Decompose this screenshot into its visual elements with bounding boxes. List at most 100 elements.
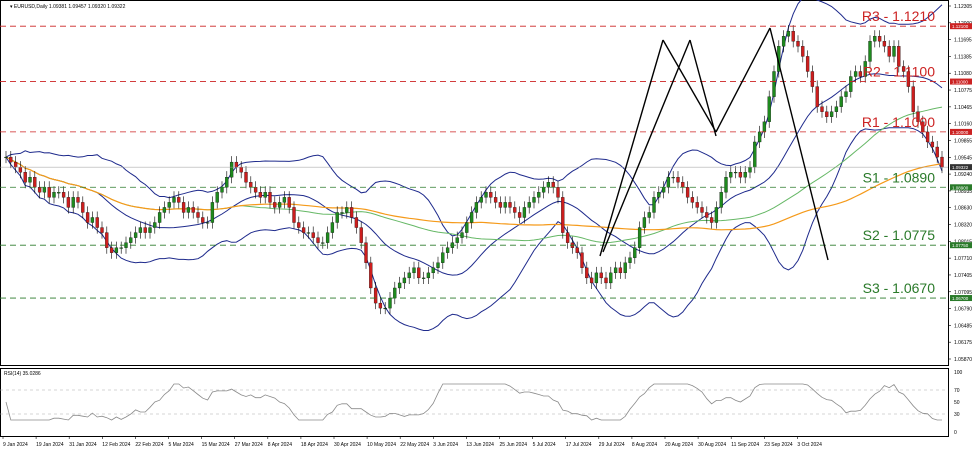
candle-body (148, 227, 152, 233)
candle-body (839, 96, 843, 107)
y-tick-label: 1.08320 (954, 223, 972, 229)
candle-body (705, 212, 709, 218)
candle-body (181, 202, 186, 213)
candle-body (402, 277, 407, 284)
y-tick-label: 1.10160 (954, 122, 972, 128)
y-tick-label: 1.09240 (954, 172, 972, 178)
candle-body (849, 76, 853, 92)
candle-body (383, 307, 387, 310)
candle-body (652, 197, 656, 213)
x-tick-label: 17 Jul 2024 (566, 442, 592, 448)
candle-body (489, 192, 493, 198)
candle-body (805, 56, 810, 72)
candle-body (277, 202, 282, 208)
candle-body (844, 91, 848, 97)
candle-body (397, 282, 402, 289)
candle-body (167, 202, 171, 208)
candle-body (935, 146, 939, 158)
candle-body (825, 111, 829, 117)
candle-body (681, 182, 685, 188)
candle-body (215, 192, 219, 203)
level-price-tag-text: 1.12100 (952, 24, 969, 29)
candle-body (781, 36, 786, 47)
candle-body (90, 217, 95, 223)
candle-body (191, 207, 195, 213)
x-tick-label: 10 May 2024 (367, 442, 396, 448)
candle-body (618, 267, 623, 274)
candle-body (829, 111, 834, 117)
candle-body (287, 197, 291, 208)
x-tick-label: 5 Jul 2024 (533, 442, 556, 448)
candle-body (143, 227, 147, 233)
candle-body (882, 41, 887, 47)
candle-body (297, 222, 301, 228)
candle-body (335, 212, 339, 223)
x-tick-label: 8 Apr 2024 (268, 442, 292, 448)
candle-body (642, 217, 647, 228)
current-price-tag-text: 1.09322 (952, 165, 969, 170)
candle-body (609, 272, 613, 284)
level-label-r2: R2 - 1.1100 (863, 64, 935, 80)
x-tick-label: 22 Feb 2024 (135, 442, 163, 448)
candle-body (724, 177, 728, 193)
candle-body (565, 232, 570, 243)
candle-body (306, 232, 311, 234)
candle-body (940, 156, 944, 168)
candle-body (129, 237, 133, 243)
candle-body (186, 207, 191, 213)
candle-body (421, 277, 426, 279)
candle-body (57, 192, 61, 194)
candle-body (263, 192, 267, 198)
candle-body (431, 267, 435, 274)
candle-body (273, 202, 277, 208)
y-tick-label: 1.11080 (954, 71, 972, 77)
level-price-tag-text: 1.07750 (952, 243, 969, 248)
candle-body (748, 166, 752, 173)
x-tick-label: 15 Mar 2024 (202, 442, 230, 448)
candle-body (95, 217, 99, 228)
chart-title: ▾ EURUSD,Daily 1.09381 1.09457 1.09320 1… (10, 4, 126, 10)
x-tick-label: 27 Mar 2024 (235, 442, 263, 448)
candle-body (345, 207, 349, 213)
candle-body (498, 202, 503, 208)
x-tick-label: 22 May 2024 (400, 442, 429, 448)
candle-body (109, 247, 114, 253)
candle-body (690, 197, 695, 203)
candle-body (114, 247, 119, 253)
x-tick-label: 8 Aug 2024 (632, 442, 658, 448)
candle-body (220, 187, 224, 193)
candle-body (85, 212, 90, 223)
candle-body (585, 267, 589, 279)
candle-body (493, 197, 498, 203)
level-label-s3: S3 - 1.0670 (863, 280, 936, 296)
y-tick-label: 1.10465 (954, 105, 972, 111)
candle-body (311, 232, 315, 238)
candle-body (868, 41, 872, 62)
candle-body (369, 262, 373, 289)
candle-body (892, 46, 896, 57)
candle-body (527, 202, 531, 208)
candle-body (700, 207, 704, 213)
level-price-tag-text: 1.11000 (952, 80, 968, 85)
candle-body (393, 287, 397, 299)
candle-body (268, 192, 272, 203)
candle-body (508, 202, 512, 208)
candle-body (162, 207, 167, 213)
candle-body (858, 71, 863, 77)
candle-body (719, 192, 723, 208)
x-tick-label: 30 Aug 2024 (698, 442, 726, 448)
candle-body (661, 187, 666, 193)
candle-body (455, 237, 459, 243)
candle-body (292, 207, 296, 223)
candle-body (253, 187, 258, 193)
candle-body (561, 197, 565, 233)
candle-body (575, 247, 579, 253)
level-label-s2: S2 - 1.0775 (863, 227, 936, 243)
candle-body (637, 227, 642, 248)
candle-body (205, 222, 210, 224)
candle-body (541, 187, 546, 193)
candle-body (239, 166, 243, 173)
candle-body (37, 187, 42, 193)
candle-body (28, 177, 32, 183)
candle-body (647, 212, 651, 218)
